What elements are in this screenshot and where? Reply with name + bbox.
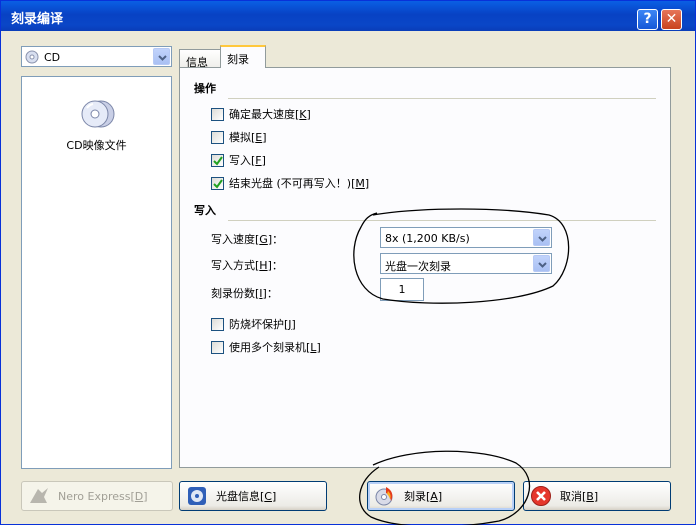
checkbox-label: 模拟[E] (229, 131, 267, 144)
checkbox-box (211, 130, 224, 144)
help-button[interactable]: ? (637, 9, 658, 30)
checkmark-icon (213, 155, 223, 166)
compilation-item-label: CD映像文件 (66, 139, 127, 152)
cancel-label: 取消[B] (560, 490, 599, 503)
nero-express-label: Nero Express[D] (58, 489, 148, 503)
checkbox-label: 结束光盘 (不可再写入！)[M] (229, 177, 370, 190)
write-checkbox[interactable]: 写入[F] (211, 152, 266, 168)
checkbox-label: 使用多个刻录机[L] (229, 341, 321, 354)
checkbox-box (211, 317, 224, 331)
copies-label: 刻录份数[I]： (211, 287, 278, 300)
write-divider (228, 220, 656, 221)
cancel-button[interactable]: 取消[B] (523, 481, 671, 511)
checkbox-box (211, 176, 224, 190)
disc-info-label: 光盘信息[C] (216, 490, 277, 503)
checkmark-icon (213, 178, 223, 189)
dropdown-button[interactable] (533, 255, 550, 272)
operations-divider (228, 98, 656, 99)
write-method-value: 光盘一次刻录 (385, 260, 451, 273)
checkbox-label: 确定最大速度[K] (229, 108, 311, 121)
window-title: 刻录编译 (11, 12, 64, 27)
write-speed-value: 8x (1,200 KB/s) (385, 232, 470, 245)
write-speed-label: 写入速度[G]： (211, 233, 284, 246)
help-icon: ? (643, 11, 652, 27)
chevron-down-icon (158, 55, 167, 61)
checkbox-box (211, 153, 224, 167)
burn-icon (374, 485, 396, 507)
title-bar: 刻录编译 ? ✕ (1, 1, 695, 31)
device-value: CD (44, 51, 61, 64)
chevron-down-icon (538, 262, 547, 268)
cd-image-icon (81, 100, 115, 128)
write-method-label: 写入方式[H]： (211, 259, 283, 272)
copies-input[interactable]: 1 (380, 278, 424, 301)
chevron-down-icon (538, 236, 547, 242)
close-icon: ✕ (665, 11, 678, 27)
multiple-recorders-checkbox[interactable]: 使用多个刻录机[L] (211, 339, 321, 355)
max-speed-checkbox[interactable]: 确定最大速度[K] (211, 106, 311, 122)
compilation-item[interactable] (81, 98, 115, 133)
checkbox-box (211, 107, 224, 121)
burn-button[interactable]: 刻录[A] (367, 481, 515, 511)
compilation-list: CD映像文件 (21, 76, 172, 469)
operations-title: 操作 (194, 82, 216, 95)
dropdown-button[interactable] (153, 48, 170, 65)
burn-compilation-dialog: 刻录编译 ? ✕ CD CD映像文件 信息 刻录 操作 确定最大速度[K] 模拟… (0, 0, 696, 525)
close-button[interactable]: ✕ (661, 9, 682, 30)
disc-info-icon (186, 485, 208, 507)
device-select[interactable]: CD (21, 46, 172, 67)
disc-info-button[interactable]: 光盘信息[C] (179, 481, 327, 511)
cancel-icon (530, 485, 552, 507)
write-speed-select[interactable]: 8x (1,200 KB/s) (380, 227, 552, 248)
checkbox-box (211, 340, 224, 354)
nero-express-button[interactable]: Nero Express[D] (21, 481, 173, 511)
write-method-select[interactable]: 光盘一次刻录 (380, 253, 552, 274)
checkbox-label: 写入[F] (229, 154, 266, 167)
tab-burn-label: 刻录 (227, 53, 249, 66)
dropdown-button[interactable] (533, 229, 550, 246)
simulate-checkbox[interactable]: 模拟[E] (211, 129, 267, 145)
burn-proof-checkbox[interactable]: 防烧坏保护[J] (211, 316, 296, 332)
write-title: 写入 (194, 204, 216, 217)
checkbox-label: 防烧坏保护[J] (229, 318, 296, 331)
nero-express-icon (28, 485, 50, 507)
finalize-disc-checkbox[interactable]: 结束光盘 (不可再写入！)[M] (211, 175, 369, 191)
cd-icon (25, 50, 39, 64)
tab-burn[interactable]: 刻录 (220, 45, 266, 68)
burn-tab-panel: 操作 确定最大速度[K] 模拟[E] 写入[F] 结束光盘 (不可再写入！)[M… (179, 67, 671, 468)
burn-label: 刻录[A] (404, 490, 443, 503)
